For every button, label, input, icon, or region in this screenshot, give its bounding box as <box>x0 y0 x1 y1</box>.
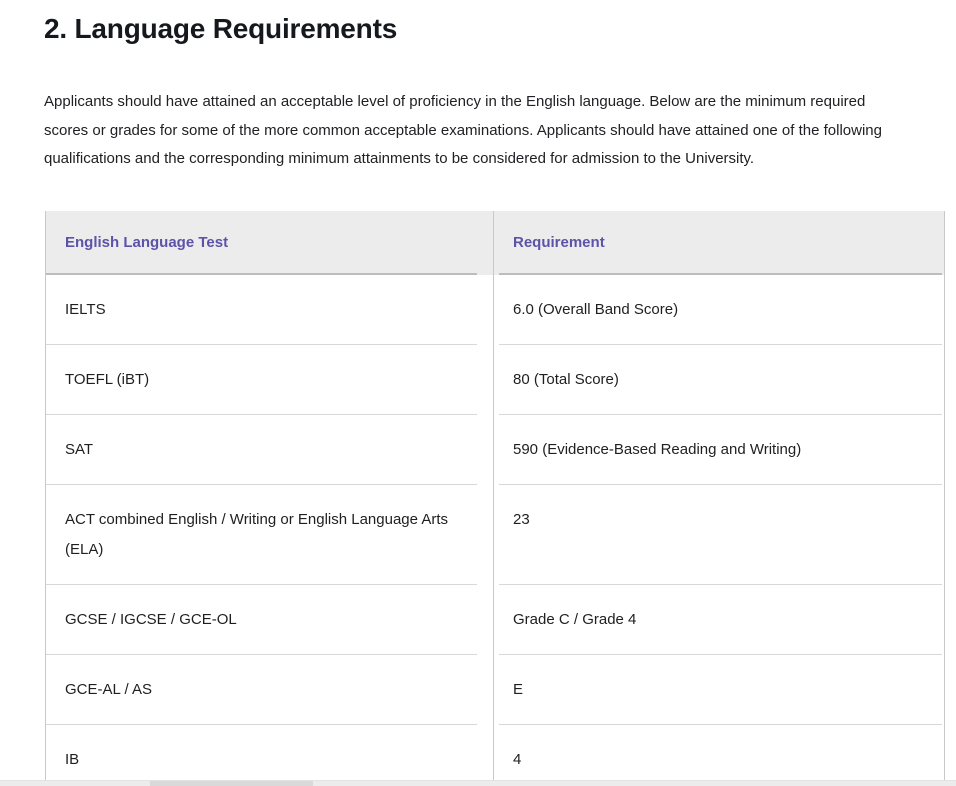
cell-test: IB <box>45 725 493 786</box>
cell-requirement: Grade C / Grade 4 <box>493 585 945 655</box>
page: 2. Language Requirements Applicants shou… <box>0 0 956 786</box>
column-header-english-language-test: English Language Test <box>45 211 493 275</box>
intro-paragraph: Applicants should have attained an accep… <box>44 88 912 174</box>
page-title: 2. Language Requirements <box>44 12 912 46</box>
cell-test: GCSE / IGCSE / GCE-OL <box>45 585 493 655</box>
table-row: TOEFL (iBT) 80 (Total Score) <box>45 345 945 415</box>
cell-requirement: 590 (Evidence-Based Reading and Writing) <box>493 415 945 485</box>
table-row: GCE-AL / AS E <box>45 655 945 725</box>
table-header-row: English Language Test Requirement <box>45 211 945 275</box>
table-row: GCSE / IGCSE / GCE-OL Grade C / Grade 4 <box>45 585 945 655</box>
cell-requirement: 80 (Total Score) <box>493 345 945 415</box>
column-header-requirement: Requirement <box>493 211 945 275</box>
table-row: SAT 590 (Evidence-Based Reading and Writ… <box>45 415 945 485</box>
cell-requirement: 4 <box>493 725 945 786</box>
cell-requirement: E <box>493 655 945 725</box>
cell-test: SAT <box>45 415 493 485</box>
horizontal-scrollbar-thumb[interactable] <box>150 781 313 786</box>
cell-test: GCE-AL / AS <box>45 655 493 725</box>
cell-requirement: 6.0 (Overall Band Score) <box>493 275 945 345</box>
table-column-divider <box>493 211 494 786</box>
table-left-border <box>45 211 46 786</box>
content-area: 2. Language Requirements Applicants shou… <box>0 0 956 786</box>
cell-requirement: 23 <box>493 485 945 585</box>
requirements-table: English Language Test Requirement IELTS … <box>45 211 945 786</box>
cell-test: IELTS <box>45 275 493 345</box>
cell-test: ACT combined English / Writing or Englis… <box>45 485 493 585</box>
table-row: IB 4 <box>45 725 945 786</box>
table-row: ACT combined English / Writing or Englis… <box>45 485 945 585</box>
table-row: IELTS 6.0 (Overall Band Score) <box>45 275 945 345</box>
horizontal-scrollbar[interactable] <box>0 780 956 786</box>
table-right-border <box>944 211 945 786</box>
cell-test: TOEFL (iBT) <box>45 345 493 415</box>
